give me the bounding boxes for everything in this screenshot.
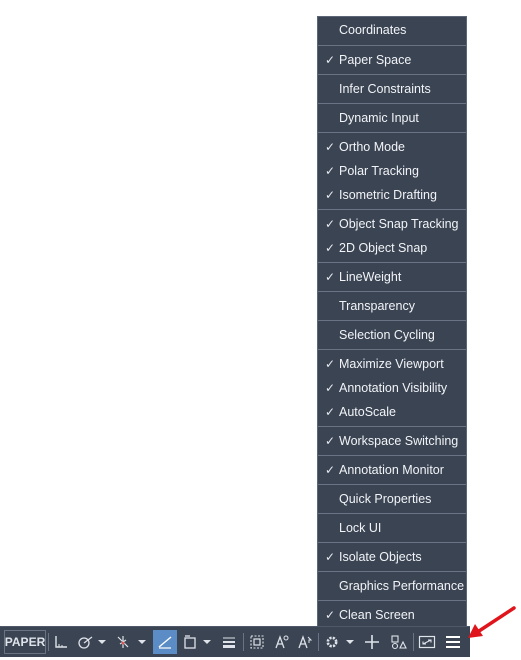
menu-item-label: Transparency	[339, 299, 415, 313]
menu-item-maximize-viewport[interactable]: ✓ Maximize Viewport	[318, 352, 466, 376]
checkmark-icon: ✓	[324, 381, 336, 395]
snap-dropdown-arrow-icon[interactable]	[201, 630, 213, 654]
isometric-dropdown-arrow-icon[interactable]	[136, 630, 148, 654]
selection-cycling-icon[interactable]	[246, 630, 268, 654]
menu-item-quick-properties[interactable]: Quick Properties	[318, 487, 466, 511]
checkmark-icon: ✓	[324, 164, 336, 178]
menu-item-label: Quick Properties	[339, 492, 432, 506]
menu-item-isolate-objects[interactable]: ✓ Isolate Objects	[318, 545, 466, 569]
menu-item-label: Dynamic Input	[339, 111, 419, 125]
workspace-gear-icon[interactable]	[321, 630, 343, 654]
separator	[413, 633, 414, 651]
status-bar: PAPER	[0, 626, 470, 657]
menu-item-workspace-switching[interactable]: ✓ Workspace Switching	[318, 429, 466, 453]
menu-item-object-snap-tracking[interactable]: ✓ Object Snap Tracking	[318, 212, 466, 236]
menu-item-label: Object Snap Tracking	[339, 217, 459, 231]
menu-item-annotation-visibility[interactable]: ✓ Annotation Visibility	[318, 376, 466, 400]
isolate-objects-icon[interactable]	[387, 630, 411, 654]
status-bar-customization-menu: Coordinates ✓ Paper Space Infer Constraints…	[317, 16, 467, 628]
checkmark-icon: ✓	[324, 140, 336, 154]
object-snap-icon[interactable]	[179, 630, 201, 654]
checkmark-icon: ✓	[324, 550, 336, 564]
menu-item-label: Infer Constraints	[339, 82, 431, 96]
workspace-dropdown-arrow-icon[interactable]	[344, 630, 356, 654]
menu-item-label: Annotation Visibility	[339, 381, 448, 395]
menu-item-label: Coordinates	[339, 23, 407, 37]
menu-item-lineweight[interactable]: ✓ LineWeight	[318, 265, 466, 289]
menu-item-label: AutoScale	[339, 405, 396, 419]
checkmark-icon: ✓	[324, 188, 336, 202]
menu-item-polar-tracking[interactable]: ✓ Polar Tracking	[318, 159, 466, 183]
checkmark-icon: ✓	[324, 357, 336, 371]
checkmark-icon: ✓	[324, 405, 336, 419]
polar-tracking-icon[interactable]	[74, 630, 96, 654]
separator	[243, 633, 244, 651]
menu-item-label: Polar Tracking	[339, 164, 419, 178]
separator	[48, 633, 49, 651]
red-pointer-arrow	[468, 606, 516, 638]
object-snap-tracking-icon[interactable]	[153, 630, 177, 654]
menu-item-ortho-mode[interactable]: ✓ Ortho Mode	[318, 135, 466, 159]
menu-item-label: Lock UI	[339, 521, 382, 535]
menu-item-label: 2D Object Snap	[339, 241, 428, 255]
menu-item-infer-constraints[interactable]: Infer Constraints	[318, 77, 466, 101]
paper-space-toggle[interactable]: PAPER	[4, 630, 46, 654]
menu-item-transparency[interactable]: Transparency	[318, 294, 466, 318]
ortho-grid-icon[interactable]	[50, 630, 72, 654]
menu-item-label: Clean Screen	[339, 608, 415, 622]
menu-item-isometric-drafting[interactable]: ✓ Isometric Drafting	[318, 183, 466, 207]
menu-item-coordinates[interactable]: Coordinates	[318, 17, 466, 43]
annotation-visibility-icon[interactable]	[270, 630, 292, 654]
checkmark-icon: ✓	[324, 608, 336, 622]
menu-item-graphics-performance[interactable]: Graphics Performance	[318, 574, 466, 598]
menu-item-label: Isometric Drafting	[339, 188, 437, 202]
clean-screen-icon[interactable]	[416, 630, 438, 654]
menu-item-label: Graphics Performance	[339, 579, 465, 593]
autoscale-icon[interactable]	[294, 630, 316, 654]
polar-dropdown-arrow-icon[interactable]	[96, 630, 108, 654]
lineweight-icon[interactable]	[218, 630, 240, 654]
checkmark-icon: ✓	[324, 270, 336, 284]
checkmark-icon: ✓	[324, 53, 336, 67]
menu-item-label: Ortho Mode	[339, 140, 406, 154]
menu-item-selection-cycling[interactable]: Selection Cycling	[318, 323, 466, 347]
menu-item-label: Selection Cycling	[339, 328, 435, 342]
menu-item-dynamic-input[interactable]: Dynamic Input	[318, 106, 466, 130]
menu-item-label: Annotation Monitor	[339, 463, 444, 477]
isometric-icon[interactable]	[112, 630, 134, 654]
menu-item-autoscale[interactable]: ✓ AutoScale	[318, 400, 466, 424]
menu-item-label: Isolate Objects	[339, 550, 422, 564]
menu-item-annotation-monitor[interactable]: ✓ Annotation Monitor	[318, 458, 466, 482]
menu-item-label: Workspace Switching	[339, 434, 459, 448]
menu-item-lock-ui[interactable]: Lock UI	[318, 516, 466, 540]
checkmark-icon: ✓	[324, 241, 336, 255]
menu-item-paper-space[interactable]: ✓ Paper Space	[318, 48, 466, 72]
separator	[318, 633, 319, 651]
checkmark-icon: ✓	[324, 217, 336, 231]
menu-item-label: LineWeight	[339, 270, 402, 284]
annotation-monitor-plus-icon[interactable]	[361, 630, 383, 654]
menu-item-label: Maximize Viewport	[339, 357, 444, 371]
menu-item-2d-object-snap[interactable]: ✓ 2D Object Snap	[318, 236, 466, 260]
menu-item-label: Paper Space	[339, 53, 412, 67]
checkmark-icon: ✓	[324, 463, 336, 477]
menu-item-clean-screen[interactable]: ✓ Clean Screen	[318, 603, 466, 627]
checkmark-icon: ✓	[324, 434, 336, 448]
